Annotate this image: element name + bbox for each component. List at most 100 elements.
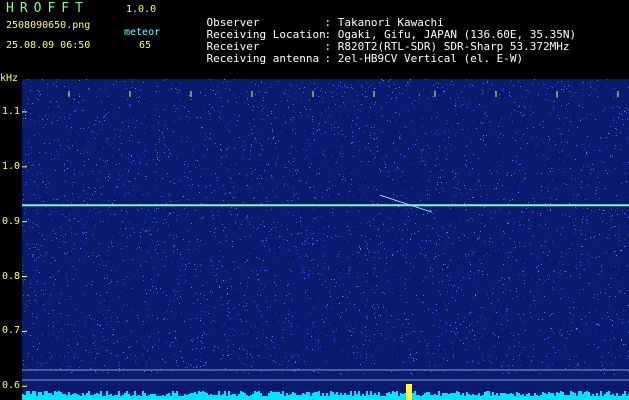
noise-dot <box>515 172 516 173</box>
noise-dot <box>436 189 437 190</box>
noise-dot <box>349 303 350 304</box>
noise-dot <box>157 275 158 276</box>
noise-dot <box>23 265 24 266</box>
noise-dot <box>530 304 531 305</box>
noise-dot <box>182 258 183 259</box>
noise-dot <box>85 325 86 326</box>
noise-dot <box>224 126 225 127</box>
noise-dot <box>118 362 119 363</box>
noise-dot <box>454 153 455 154</box>
noise-dot <box>64 253 65 254</box>
noise-dot <box>407 229 408 230</box>
noise-dot <box>44 283 45 284</box>
noise-dot <box>292 325 293 326</box>
noise-dot <box>433 325 434 326</box>
noise-dot <box>599 234 600 235</box>
noise-dot <box>366 354 367 355</box>
noise-dot <box>292 130 293 131</box>
noise-dot <box>485 130 486 131</box>
noise-dot <box>262 324 263 325</box>
noise-dot <box>520 258 521 259</box>
noise-dot <box>165 273 166 274</box>
noise-dot <box>300 217 301 218</box>
noise-dot <box>377 136 378 137</box>
noise-dot <box>132 288 133 289</box>
noise-dot <box>118 354 119 355</box>
noise-dot <box>200 341 201 342</box>
noise-dot <box>273 219 274 220</box>
noise-dot <box>315 345 316 346</box>
noise-dot <box>385 271 386 272</box>
noise-dot <box>512 298 513 299</box>
noise-dot <box>590 310 591 311</box>
noise-dot <box>456 195 457 196</box>
noise-dot <box>408 148 409 149</box>
noise-dot <box>32 243 33 244</box>
noise-dot <box>230 192 231 193</box>
noise-dot <box>349 98 350 99</box>
noise-dot <box>626 112 627 113</box>
noise-dot <box>49 352 50 353</box>
noise-dot <box>89 89 90 90</box>
noise-dot <box>565 141 566 142</box>
noise-dot <box>557 81 558 82</box>
noise-dot <box>494 213 495 214</box>
noise-dot <box>544 176 545 177</box>
noise-dot <box>421 157 422 158</box>
noise-dot <box>457 214 458 215</box>
noise-dot <box>294 283 295 284</box>
noise-dot <box>227 355 228 356</box>
noise-dot <box>178 181 179 182</box>
noise-dot <box>210 89 211 90</box>
noise-dot <box>261 187 262 188</box>
noise-dot <box>532 278 533 279</box>
noise-dot <box>246 175 247 176</box>
noise-dot <box>204 347 205 348</box>
noise-dot <box>32 174 33 175</box>
noise-dot <box>107 372 108 373</box>
noise-dot <box>370 137 371 138</box>
noise-dot <box>318 340 319 341</box>
noise-dot <box>469 325 470 326</box>
noise-dot <box>548 343 549 344</box>
noise-dot <box>97 320 98 321</box>
noise-dot <box>502 244 503 245</box>
noise-dot <box>573 222 574 223</box>
noise-dot <box>256 229 257 230</box>
noise-dot <box>37 338 38 339</box>
noise-dot <box>465 349 466 350</box>
noise-dot <box>277 197 278 198</box>
noise-dot <box>519 342 520 343</box>
noise-dot <box>545 87 546 88</box>
noise-dot <box>84 261 85 262</box>
noise-dot <box>618 270 619 271</box>
noise-dot <box>516 340 517 341</box>
noise-dot <box>150 101 151 102</box>
noise-dot <box>170 323 171 324</box>
noise-dot <box>95 225 96 226</box>
noise-dot <box>103 221 104 222</box>
noise-dot <box>529 356 530 357</box>
noise-dot <box>431 93 432 94</box>
noise-dot <box>427 87 428 88</box>
noise-dot <box>170 115 171 116</box>
noise-dot <box>305 241 306 242</box>
noise-dot <box>156 222 157 223</box>
noise-dot <box>310 312 311 313</box>
noise-dot <box>24 333 25 334</box>
noise-dot <box>136 248 137 249</box>
noise-dot <box>23 233 24 234</box>
noise-dot <box>560 234 561 235</box>
noise-dot <box>537 268 538 269</box>
noise-dot <box>146 302 147 303</box>
noise-dot <box>598 138 599 139</box>
noise-dot <box>491 148 492 149</box>
noise-dot <box>373 273 374 274</box>
noise-dot <box>266 92 267 93</box>
noise-dot <box>513 224 514 225</box>
noise-dot <box>542 357 543 358</box>
noise-dot <box>385 164 386 165</box>
noise-dot <box>367 318 368 319</box>
noise-dot <box>236 125 237 126</box>
noise-dot <box>196 367 197 368</box>
